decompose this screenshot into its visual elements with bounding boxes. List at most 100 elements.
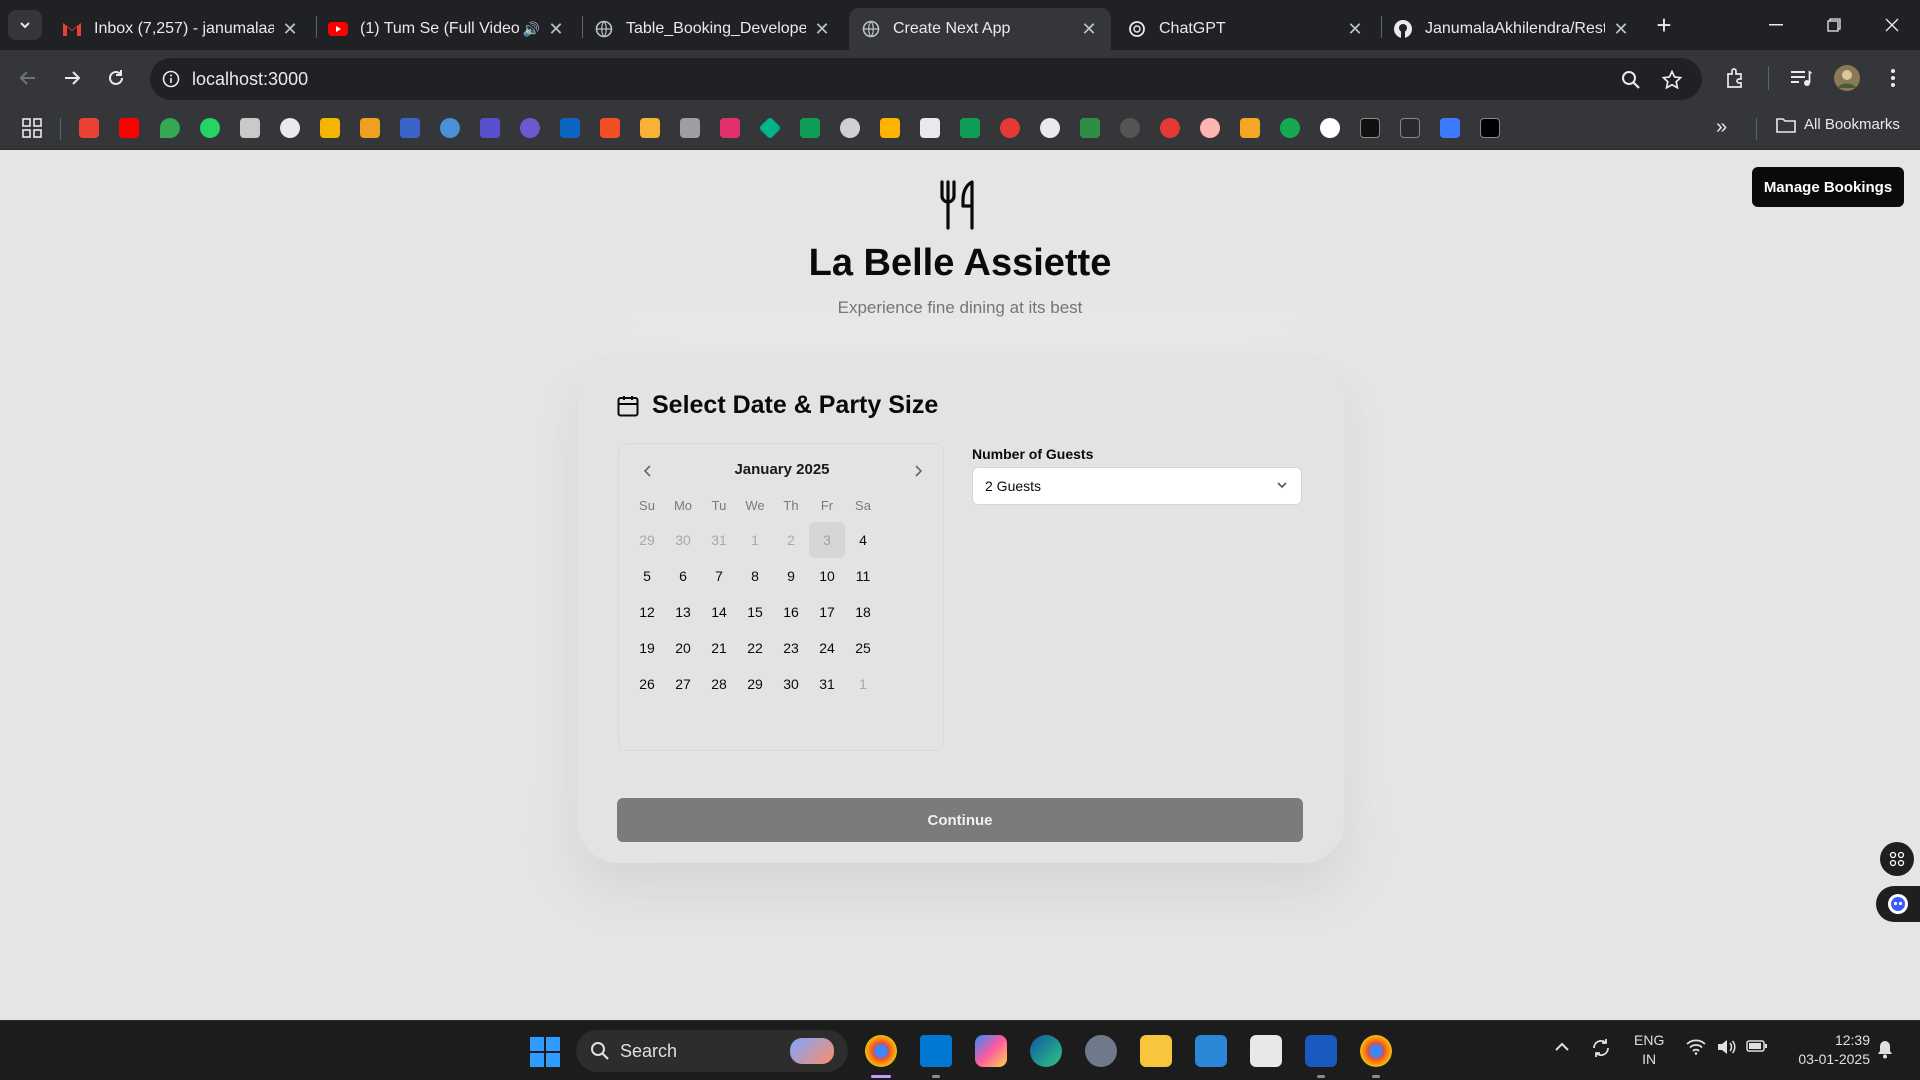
circle-bookmark-icon[interactable] xyxy=(520,118,540,138)
file-explorer-icon[interactable] xyxy=(1140,1035,1172,1067)
dark-bookmark-icon[interactable] xyxy=(1120,118,1140,138)
calendar-day[interactable]: 29 xyxy=(737,666,773,702)
close-window-button[interactable] xyxy=(1872,10,1912,40)
all-bookmarks-button[interactable]: All Bookmarks xyxy=(1776,116,1900,133)
x-bookmark-icon[interactable] xyxy=(1480,118,1500,138)
tab-gmail[interactable]: Inbox (7,257) - janumalaak ✕ xyxy=(50,8,312,50)
word-icon[interactable] xyxy=(1305,1035,1337,1067)
calendar-day[interactable]: 24 xyxy=(809,630,845,666)
edge-icon[interactable] xyxy=(1030,1035,1062,1067)
calendar-day[interactable]: 15 xyxy=(737,594,773,630)
contact-bookmark-icon[interactable] xyxy=(680,118,700,138)
microsoft-bookmark-icon[interactable] xyxy=(600,118,620,138)
calendar-day[interactable]: 30 xyxy=(773,666,809,702)
wifi-icon[interactable] xyxy=(1686,1039,1706,1059)
calendar-day[interactable]: 28 xyxy=(701,666,737,702)
chrome-icon[interactable] xyxy=(865,1035,897,1067)
calendar-day[interactable]: 22 xyxy=(737,630,773,666)
diamond-bookmark-icon[interactable] xyxy=(758,116,782,140)
calendar-day[interactable]: 4 xyxy=(845,522,881,558)
tuf-bookmark-icon[interactable] xyxy=(1000,118,1020,138)
apps-grid-icon[interactable] xyxy=(22,118,42,143)
chevron-up-icon[interactable] xyxy=(1554,1039,1570,1056)
tab-table-booking[interactable]: Table_Booking_Developer_ ✕ xyxy=(582,8,844,50)
star-icon[interactable] xyxy=(1661,69,1683,91)
triangle-bookmark-icon[interactable] xyxy=(1320,118,1340,138)
loop-bookmark-icon[interactable] xyxy=(1240,118,1260,138)
bookmarks-overflow-icon[interactable]: » xyxy=(1716,116,1727,139)
back-button[interactable] xyxy=(12,62,44,94)
calendar-day[interactable]: 31 xyxy=(809,666,845,702)
calendar-day[interactable]: 10 xyxy=(809,558,845,594)
calendar-day[interactable]: 17 xyxy=(809,594,845,630)
calendar-day[interactable]: 21 xyxy=(701,630,737,666)
plus-bookmark-icon[interactable] xyxy=(960,118,980,138)
robot-bookmark-icon[interactable] xyxy=(1040,118,1060,138)
continue-button[interactable]: Continue xyxy=(617,798,1303,842)
chrome-profile-icon[interactable] xyxy=(1360,1035,1392,1067)
youtube-bookmark-icon[interactable] xyxy=(119,118,139,138)
assistant-bubble-button[interactable] xyxy=(1876,886,1920,922)
notepad-icon[interactable] xyxy=(1195,1035,1227,1067)
notification-bell-icon[interactable] xyxy=(1876,1039,1894,1063)
face-bookmark-icon[interactable] xyxy=(1200,118,1220,138)
address-input[interactable] xyxy=(192,68,1492,90)
taskbar-clock[interactable]: 12:39 03-01-2025 xyxy=(1782,1031,1870,1069)
sync-icon[interactable] xyxy=(1590,1037,1612,1063)
store-icon[interactable] xyxy=(1250,1035,1282,1067)
more-menu-icon[interactable] xyxy=(1878,63,1908,93)
whatsapp-bookmark-icon[interactable] xyxy=(200,118,220,138)
calendar-day[interactable]: 11 xyxy=(845,558,881,594)
vscode-icon[interactable] xyxy=(920,1035,952,1067)
ai-bookmark-icon[interactable] xyxy=(640,118,660,138)
close-icon[interactable]: ✕ xyxy=(1345,19,1365,40)
next-month-button[interactable] xyxy=(905,458,931,484)
sheets-bookmark-icon[interactable] xyxy=(800,118,820,138)
calendar-day[interactable]: 18 xyxy=(845,594,881,630)
jf-bookmark-icon[interactable] xyxy=(1360,118,1380,138)
image-bookmark-icon[interactable] xyxy=(920,118,940,138)
guests-select[interactable]: 2 Guests xyxy=(972,467,1302,505)
calendar-day[interactable]: 25 xyxy=(845,630,881,666)
close-icon[interactable]: ✕ xyxy=(280,19,300,40)
minimize-button[interactable] xyxy=(1756,10,1796,40)
instagram-bookmark-icon[interactable] xyxy=(720,118,740,138)
restore-button[interactable] xyxy=(1814,10,1854,40)
widget-grid-button[interactable] xyxy=(1880,842,1914,876)
github-bookmark-icon[interactable] xyxy=(280,118,300,138)
extensions-icon[interactable] xyxy=(1720,63,1750,93)
speaker-icon[interactable]: 🔊 xyxy=(523,21,540,38)
calendar-day[interactable]: 8 xyxy=(737,558,773,594)
zoom-icon[interactable] xyxy=(1620,69,1642,91)
gmail-bookmark-icon[interactable] xyxy=(79,118,99,138)
forward-button[interactable] xyxy=(56,62,88,94)
taskbar-search[interactable]: Search xyxy=(576,1030,848,1072)
site-info-icon[interactable] xyxy=(150,70,192,88)
windows-start-icon[interactable] xyxy=(530,1037,560,1067)
profile-avatar[interactable] xyxy=(1832,63,1862,93)
globe-bookmark-icon[interactable] xyxy=(840,118,860,138)
tab-chatgpt[interactable]: ChatGPT ✕ xyxy=(1115,8,1377,50)
calendar-day[interactable]: 14 xyxy=(701,594,737,630)
close-icon[interactable]: ✕ xyxy=(546,19,566,40)
tab-github[interactable]: JanumalaAkhilendra/Resta ✕ xyxy=(1381,8,1643,50)
close-icon[interactable]: ✕ xyxy=(1079,19,1099,40)
address-bar[interactable] xyxy=(150,58,1702,100)
media-control-icon[interactable] xyxy=(1786,63,1816,93)
geeks-bookmark-icon[interactable] xyxy=(1080,118,1100,138)
chat-bookmark-icon[interactable] xyxy=(480,118,500,138)
copilot-icon[interactable] xyxy=(975,1035,1007,1067)
cloud-bookmark-icon[interactable] xyxy=(440,118,460,138)
mongodb-bookmark-icon[interactable] xyxy=(1280,118,1300,138)
language-indicator[interactable]: ENG IN xyxy=(1634,1031,1664,1069)
close-icon[interactable]: ✕ xyxy=(812,19,832,40)
calendar-day[interactable]: 26 xyxy=(629,666,665,702)
square-bookmark-icon[interactable] xyxy=(1440,118,1460,138)
tab-youtube[interactable]: (1) Tum Se (Full Video) 🔊 ✕ xyxy=(316,8,578,50)
reload-button[interactable] xyxy=(100,62,132,94)
tab-create-next-app[interactable]: Create Next App ✕ xyxy=(849,8,1111,50)
calendar-day[interactable]: 20 xyxy=(665,630,701,666)
calendar-day[interactable]: 9 xyxy=(773,558,809,594)
calendar-day[interactable]: 13 xyxy=(665,594,701,630)
battery-icon[interactable] xyxy=(1746,1039,1768,1057)
